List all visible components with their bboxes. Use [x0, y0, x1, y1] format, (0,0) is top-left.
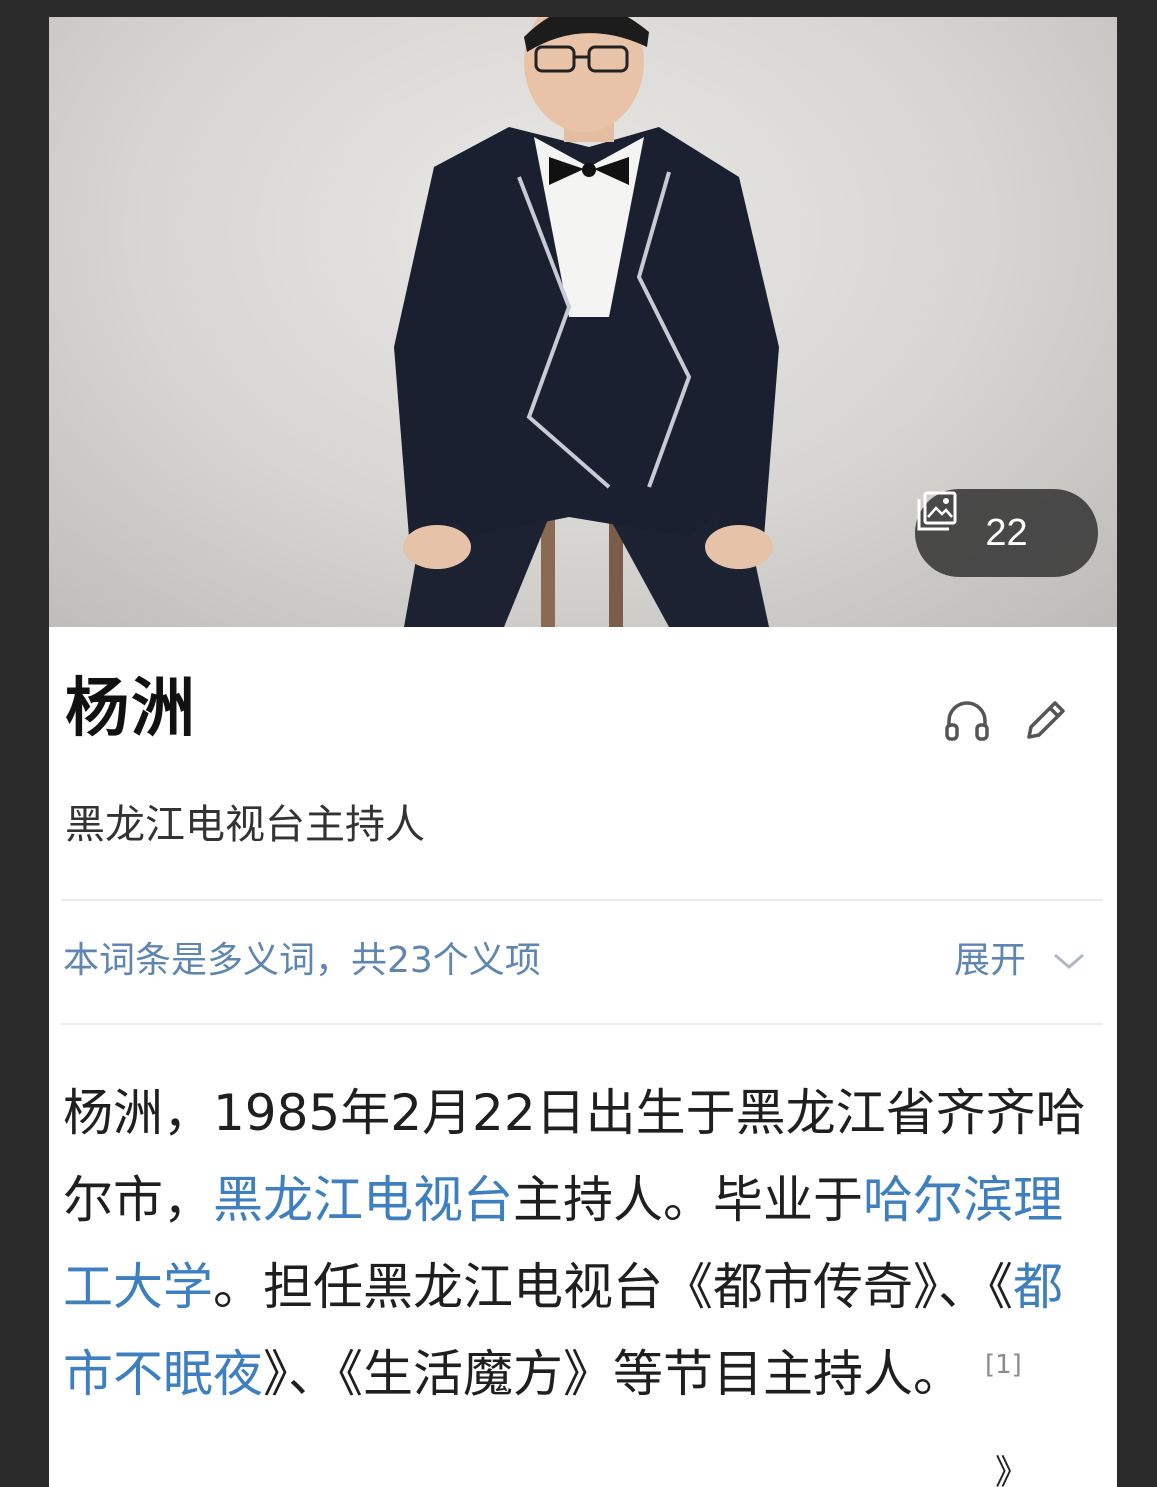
gallery-icon [917, 491, 957, 531]
link-heilongjiang-tv[interactable]: 黑龙江电视台 [213, 1171, 513, 1229]
reference-marker[interactable]: [1] [985, 1350, 1022, 1380]
stray-glyph: 》 [995, 1453, 1029, 1487]
edit-pencil-icon[interactable] [1017, 693, 1073, 749]
summary-text: 。担任黑龙江电视台《都市传奇》、《 [213, 1258, 1013, 1316]
photo-gallery-button[interactable]: 22 [915, 489, 1098, 577]
summary-text: 主持人。毕业于 [513, 1171, 863, 1229]
divider [61, 1023, 1103, 1025]
hero-photo[interactable]: 22 [49, 17, 1117, 627]
expand-button[interactable]: 展开 [954, 943, 1086, 979]
summary-paragraph: 杨洲，1985年2月22日出生于黑龙江省齐齐哈尔市，黑龙江电视台主持人。毕业于哈… [63, 1070, 1103, 1418]
entry-title: 杨洲 [65, 672, 197, 746]
summary-text: 》、《生活魔方》等节目主持人。 [263, 1345, 963, 1403]
encyclopedia-card: 22 杨洲 黑龙江电视台主持人 本词条是多义词，共23个义项 展开 杨洲，198… [49, 17, 1117, 1487]
entry-subtitle: 黑龙江电视台主持人 [65, 802, 425, 848]
divider [61, 899, 1103, 901]
headphones-icon[interactable] [939, 693, 995, 749]
expand-label: 展开 [954, 940, 1027, 981]
photo-count: 22 [985, 511, 1028, 554]
polysemy-notice[interactable]: 本词条是多义词，共23个义项 [63, 943, 541, 979]
chevron-down-icon [1054, 953, 1084, 969]
